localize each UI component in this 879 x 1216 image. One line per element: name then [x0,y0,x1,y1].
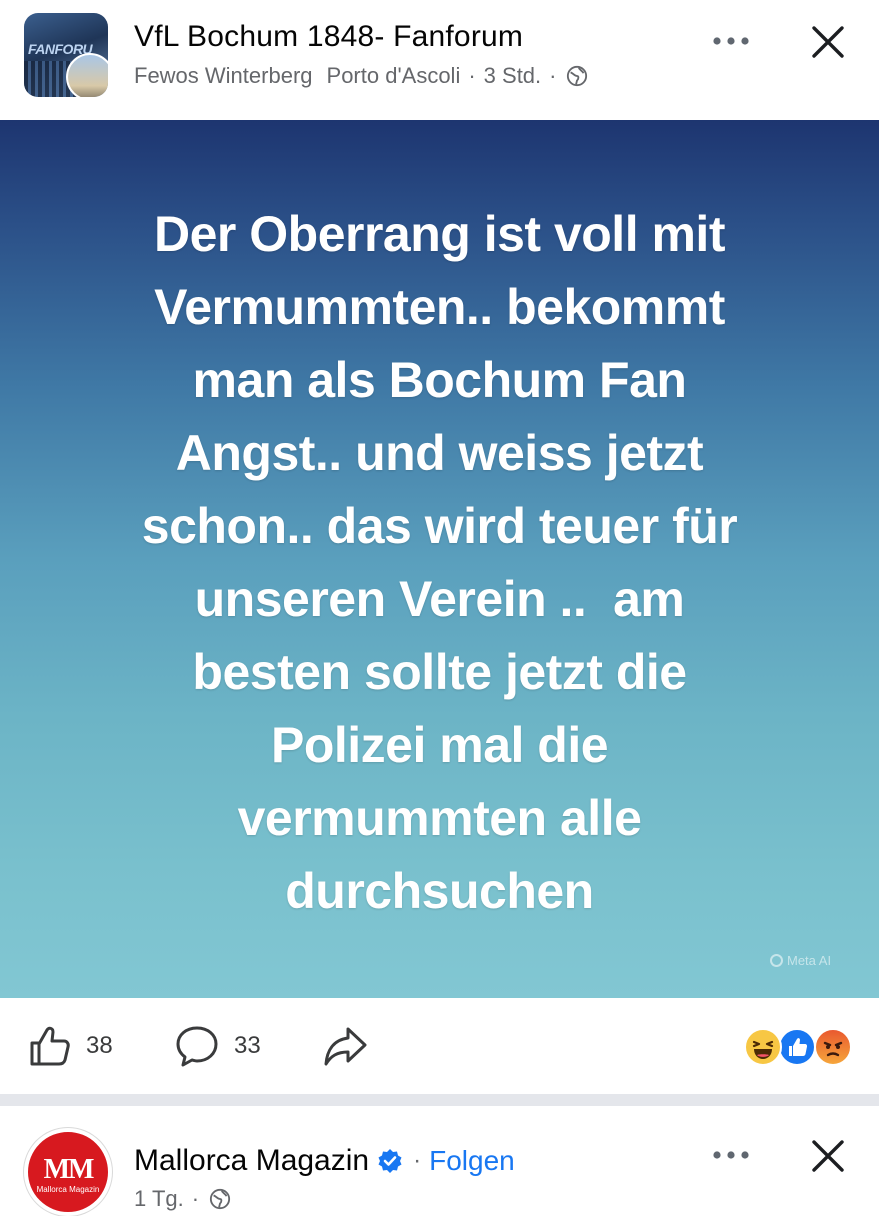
text-line: besten sollte jetzt die [192,644,687,700]
text-line: Angst.. und weiss jetzt [175,425,704,481]
thumbs-up-icon [30,1026,70,1066]
comment-bubble-icon [176,1026,218,1067]
text-line: unseren Verein .. am [194,571,685,627]
mm-logo-text: MM [43,1154,95,1185]
next-post-meta: 1 Tg. · [134,1186,231,1212]
next-page-name[interactable]: Mallorca Magazin [134,1144,369,1178]
globe-icon [567,65,588,87]
text-line: Der Oberrang ist voll mit [154,206,725,262]
post-meta: Fewos Winterberg Porto d'Ascoli · 3 Std.… [134,63,588,89]
globe-icon [209,1188,231,1210]
like-reaction-icon [778,1028,816,1066]
page-name[interactable]: VfL Bochum 1848- Fanforum [134,20,523,54]
reactions-summary[interactable] [744,1028,854,1066]
meta-separator-2: · [549,63,557,88]
text-line: man als Bochum Fan [192,352,687,408]
meta-ai-label: Meta AI [787,953,832,968]
text-line: schon.. das wird teuer für [141,498,738,554]
more-options-icon[interactable] [709,26,753,56]
next-post-title-row: Mallorca Magazin · Folgen [134,1144,515,1178]
verified-badge-icon [378,1149,402,1173]
follow-button[interactable]: Folgen [429,1145,515,1177]
title-separator: · [413,1147,422,1174]
share-arrow-icon [324,1027,367,1066]
comment-button[interactable]: 33 [174,1024,261,1068]
post-image[interactable]: Der Oberrang ist voll mit Vermummten.. b… [0,120,879,998]
meta-separator: · [191,1186,200,1211]
text-line: Polizei mal die [270,717,609,773]
post-time[interactable]: 3 Std. [484,63,541,89]
angry-reaction-icon [814,1028,852,1066]
close-icon[interactable] [808,1136,848,1176]
close-icon[interactable] [808,22,848,62]
like-button[interactable]: 38 [28,1024,113,1068]
likes-count: 38 [86,1032,113,1059]
author-name-1[interactable]: Fewos Winterberg [134,63,313,89]
next-post-header: MM Mallorca Magazin Mallorca Magazin · F… [0,1106,879,1216]
next-post-time[interactable]: 1 Tg. [134,1186,184,1212]
post-header: FANFORU VfL Bochum 1848- Fanforum Fewos … [0,0,879,120]
post-image-text: Der Oberrang ist voll mit Vermummten.. b… [40,198,839,928]
meta-ai-icon [770,954,783,967]
action-bar: 38 33 [0,998,879,1094]
more-options-icon[interactable] [709,1140,753,1170]
meta-ai-watermark: Meta AI [770,953,831,968]
text-line: vermummten alle [237,790,642,846]
meta-separator: · [468,63,476,88]
mallorca-magazin-avatar[interactable]: MM Mallorca Magazin [24,1128,112,1216]
haha-reaction-icon [744,1028,782,1066]
text-line: durchsuchen [285,863,594,919]
mm-logo-subtext: Mallorca Magazin [36,1185,100,1194]
author-sub-avatar [66,53,108,97]
page-avatar[interactable]: FANFORU [24,13,108,97]
text-line: Vermummten.. bekommt [154,279,725,335]
comments-count: 33 [234,1032,261,1059]
feed-divider [0,1094,879,1106]
author-name-2[interactable]: Porto d'Ascoli [327,63,461,89]
share-button[interactable] [322,1024,368,1068]
